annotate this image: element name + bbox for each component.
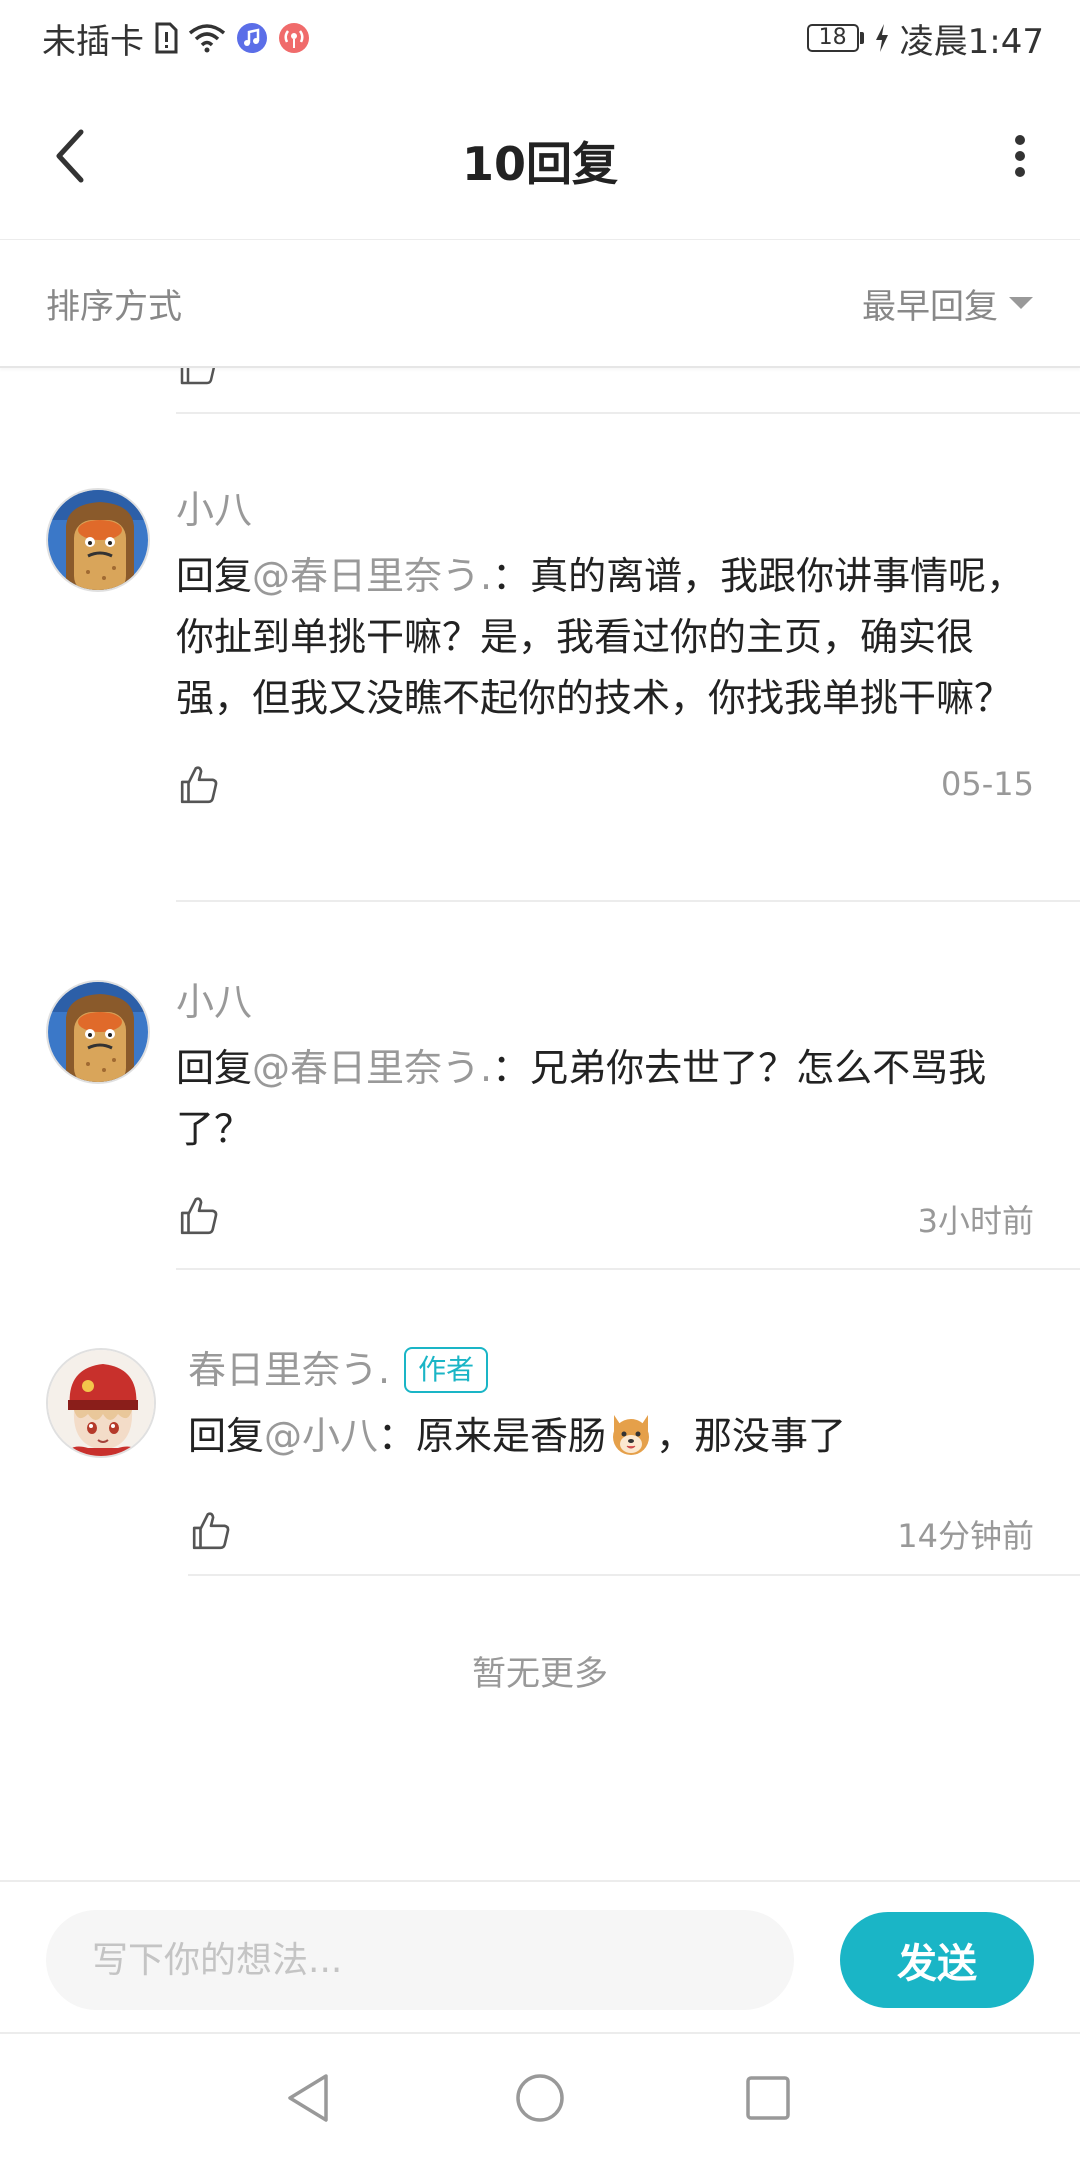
avatar[interactable] bbox=[46, 980, 150, 1084]
avatar[interactable] bbox=[46, 488, 150, 592]
mention-link[interactable]: @春日里奈う. bbox=[252, 1046, 492, 1090]
author-badge: 作者 bbox=[404, 1347, 489, 1393]
sim-icon bbox=[154, 22, 178, 54]
reply-body: 春日里奈う. 作者 回复@小八：原来是香肠 ，那没事了 14分钟前 bbox=[188, 1344, 1034, 1569]
divider bbox=[176, 412, 1080, 414]
caret-down-icon bbox=[1009, 297, 1033, 309]
status-left: 未插卡 bbox=[42, 14, 310, 63]
sort-label: 排序方式 bbox=[46, 286, 182, 327]
nav-home-button[interactable] bbox=[510, 2068, 570, 2128]
comment-input-bar: 发送 bbox=[0, 1880, 1080, 2032]
like-icon[interactable] bbox=[190, 1509, 232, 1555]
like-icon[interactable] bbox=[178, 368, 218, 390]
carrier-text: 未插卡 bbox=[42, 21, 144, 62]
avatar[interactable] bbox=[46, 1348, 156, 1458]
nav-recents-button[interactable] bbox=[738, 2068, 798, 2128]
divider bbox=[176, 900, 1080, 902]
comment-input[interactable] bbox=[46, 1910, 794, 2010]
system-nav-bar bbox=[0, 2032, 1080, 2160]
reply-time: 3小时前 bbox=[917, 1202, 1034, 1240]
status-right: 18 凌晨1:47 bbox=[806, 14, 1044, 63]
like-icon[interactable] bbox=[178, 763, 220, 809]
triangle-back-icon bbox=[288, 2074, 328, 2122]
clock-time: 凌晨1:47 bbox=[899, 21, 1044, 62]
reply-time: 14分钟前 bbox=[897, 1517, 1034, 1555]
charging-icon bbox=[874, 23, 890, 53]
divider bbox=[176, 1268, 1080, 1270]
username[interactable]: 春日里奈う. 作者 bbox=[188, 1344, 1034, 1396]
battery-level: 18 bbox=[806, 24, 859, 52]
square-recents-icon bbox=[746, 2076, 790, 2120]
sort-dropdown[interactable]: 最早回复 bbox=[862, 279, 1034, 328]
reply-text: 回复@春日里奈う.：兄弟你去世了？怎么不骂我了？ bbox=[176, 1046, 987, 1151]
page-title: 10回复 bbox=[461, 137, 618, 191]
nav-back-button[interactable] bbox=[278, 2068, 338, 2128]
reply-meta: 14分钟前 bbox=[188, 1489, 1034, 1569]
send-button[interactable]: 发送 bbox=[840, 1912, 1034, 2008]
like-icon[interactable] bbox=[178, 1194, 220, 1240]
podcast-icon bbox=[278, 22, 310, 54]
more-vertical-icon bbox=[1015, 135, 1025, 177]
dog-face-emoji bbox=[608, 1411, 654, 1475]
more-options-button[interactable] bbox=[990, 126, 1050, 186]
username[interactable]: 小八 bbox=[176, 976, 1034, 1028]
battery-indicator: 18 bbox=[806, 24, 864, 52]
mention-link[interactable]: @小八 bbox=[264, 1414, 378, 1458]
reply-list[interactable]: 小八 回复@春日里奈う.：真的离谱，我跟你讲事情呢，你扯到单挑干嘛？是，我看过你… bbox=[0, 368, 1080, 1880]
wifi-icon bbox=[188, 23, 226, 53]
status-bar: 未插卡 18 凌晨1:47 bbox=[0, 0, 1080, 76]
circle-home-icon bbox=[516, 2074, 564, 2122]
reply-time: 05-15 bbox=[941, 765, 1034, 803]
reply-text: 回复@小八：原来是香肠 ，那没事了 bbox=[188, 1406, 1034, 1475]
username[interactable]: 小八 bbox=[176, 484, 1034, 536]
no-more-text: 暂无更多 bbox=[472, 1654, 608, 1694]
reply-body: 小八 回复@春日里奈う.：兄弟你去世了？怎么不骂我了？ 3小时前 bbox=[176, 976, 1034, 1254]
sort-bar: 排序方式 最早回复 bbox=[0, 240, 1080, 368]
reply-text: 回复@春日里奈う.：真的离谱，我跟你讲事情呢，你扯到单挑干嘛？是，我看过你的主页… bbox=[176, 554, 1025, 720]
header: 10回复 bbox=[0, 76, 1080, 240]
sort-value-text: 最早回复 bbox=[862, 286, 998, 327]
reply-meta: 05-15 bbox=[176, 743, 1034, 823]
divider bbox=[188, 1574, 1080, 1576]
reply-meta: 3小时前 bbox=[176, 1174, 1034, 1254]
music-icon bbox=[236, 22, 268, 54]
mention-link[interactable]: @春日里奈う. bbox=[252, 554, 492, 598]
reply-body: 小八 回复@春日里奈う.：真的离谱，我跟你讲事情呢，你扯到单挑干嘛？是，我看过你… bbox=[176, 484, 1034, 823]
